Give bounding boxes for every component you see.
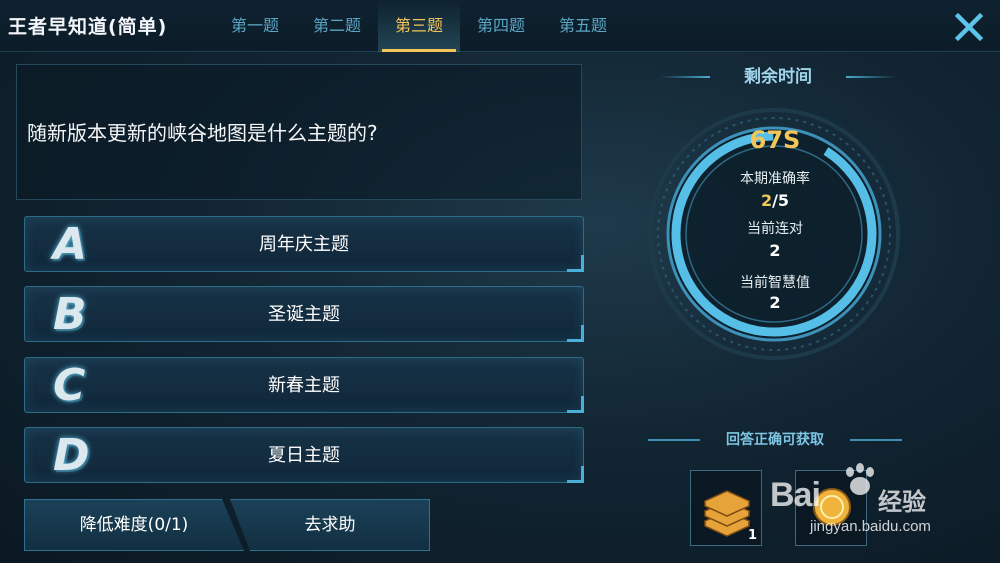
option-d-button[interactable]: D 夏日主题 — [24, 427, 584, 483]
tab-question-2[interactable]: 第二题 — [296, 0, 378, 52]
baidu-jingyan-watermark: Bai 经验 jingyan.baidu.com — [760, 462, 990, 552]
option-text: 新春主题 — [268, 375, 340, 396]
watermark-url: jingyan.baidu.com — [810, 518, 931, 535]
option-text: 周年庆主题 — [259, 234, 349, 255]
wisdom-value: 2 — [769, 293, 781, 312]
option-c-button[interactable]: C 新春主题 — [24, 357, 584, 413]
paw-logo-icon — [846, 463, 874, 495]
tab-question-4[interactable]: 第四题 — [460, 0, 542, 52]
timer-heading-label: 剩余时间 — [744, 67, 812, 87]
close-icon — [954, 12, 984, 42]
accuracy-label: 本期准确率 — [740, 171, 810, 187]
watermark-logo: Bai — [770, 476, 821, 514]
accuracy-value: 2/5 — [700, 191, 850, 210]
app-title: 王者早知道(简单) — [8, 16, 168, 38]
ask-help-button[interactable]: 去求助 — [230, 499, 430, 551]
close-button[interactable] — [950, 8, 988, 46]
timer-heading: 剩余时间 — [660, 62, 896, 92]
wisdom-label: 当前智慧值 — [740, 275, 810, 291]
option-text: 夏日主题 — [268, 445, 340, 466]
accuracy-correct: 2 — [760, 191, 773, 210]
question-text: 随新版本更新的峡谷地图是什么主题的? — [27, 121, 378, 145]
option-text: 圣诞主题 — [268, 304, 340, 325]
tab-question-5[interactable]: 第五题 — [542, 0, 624, 52]
reward-count: 1 — [747, 528, 757, 543]
option-b-button[interactable]: B 圣诞主题 — [24, 286, 584, 342]
option-a-button[interactable]: A 周年庆主题 — [24, 216, 584, 272]
question-tabs: 第一题 第二题 第三题 第四题 第五题 — [214, 0, 624, 52]
reward-slot[interactable]: 1 — [690, 470, 762, 546]
accuracy-total: /5 — [772, 191, 790, 210]
question-panel: 随新版本更新的峡谷地图是什么主题的? — [16, 64, 582, 200]
lower-difficulty-button[interactable]: 降低难度(0/1) — [24, 499, 244, 551]
top-bar: 王者早知道(简单) 第一题 第二题 第三题 第四题 第五题 — [0, 0, 1000, 52]
heading-decoration — [660, 76, 710, 78]
streak-label: 当前连对 — [747, 221, 803, 237]
tab-question-3[interactable]: 第三题 — [378, 0, 460, 52]
heading-decoration — [846, 76, 896, 78]
tab-question-1[interactable]: 第一题 — [214, 0, 296, 52]
streak-value: 2 — [769, 241, 781, 260]
watermark-cn: 经验 — [878, 488, 926, 516]
reward-heading: 回答正确可获取 — [640, 428, 910, 452]
timer-seconds: 67S — [749, 126, 801, 154]
